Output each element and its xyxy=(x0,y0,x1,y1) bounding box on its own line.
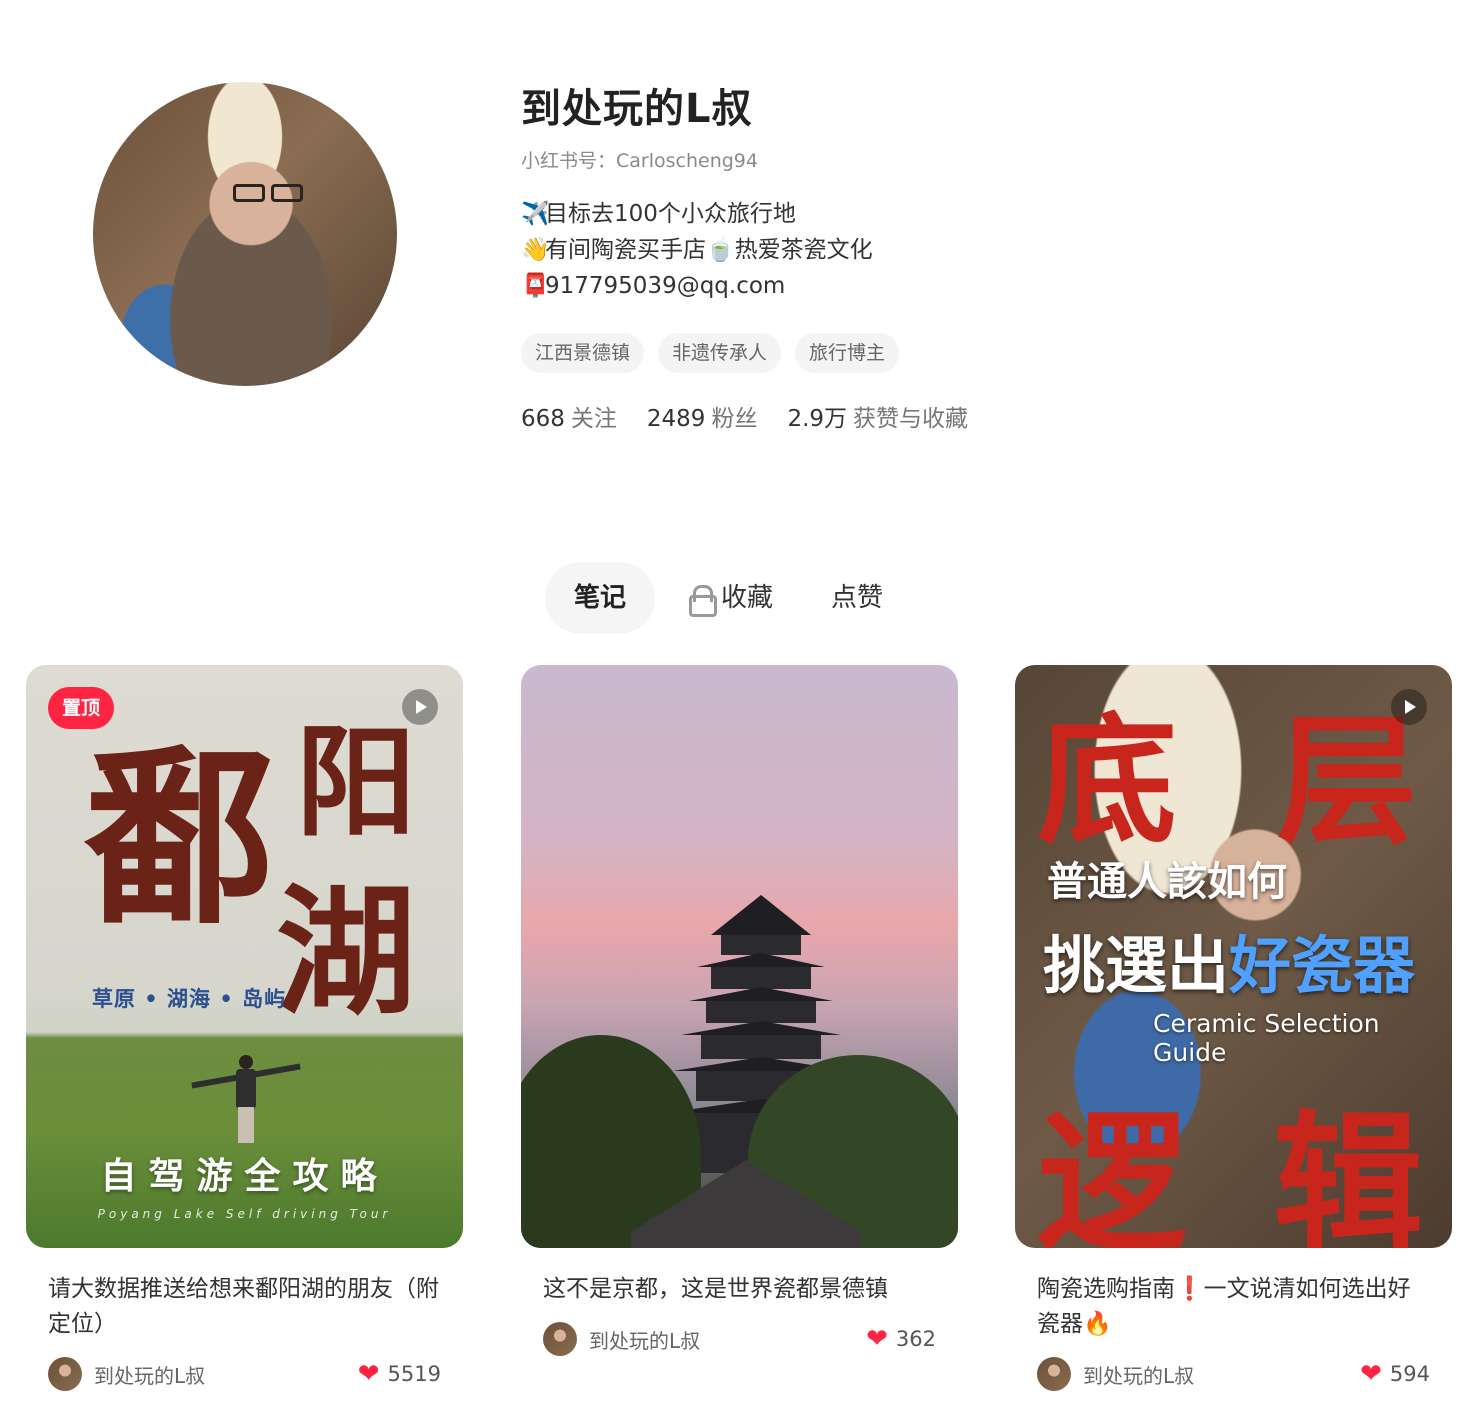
cover-red-text: 底 xyxy=(1037,700,1178,864)
cover-brush-text: 阳 xyxy=(296,712,416,853)
tab-label: 收藏 xyxy=(721,583,774,613)
author-avatar xyxy=(1037,1357,1071,1391)
note-footer: 到处玩的L叔 ❤ 594 xyxy=(1015,1356,1452,1392)
bio-text: 目标去100个小众旅行地 xyxy=(545,201,796,227)
profile-bio: ✈️目标去100个小众旅行地 👋有间陶瓷买手店🍵热爱茶瓷文化 📮91779503… xyxy=(521,196,1421,304)
tab-likes[interactable]: 点赞 xyxy=(802,562,912,634)
note-title[interactable]: 陶瓷选购指南❗一文说清如何选出好瓷器🔥 xyxy=(1015,1272,1452,1342)
heart-icon: ❤ xyxy=(866,1324,888,1354)
author-name: 到处玩的L叔 xyxy=(1083,1363,1195,1388)
like-count: 362 xyxy=(895,1327,936,1351)
cover-subline: 草原 • 湖海 • 岛屿 xyxy=(92,986,287,1011)
like-button[interactable]: ❤ 5519 xyxy=(358,1361,441,1387)
cover-brush-text: 鄱 xyxy=(84,727,275,950)
like-button[interactable]: ❤ 362 xyxy=(866,1326,936,1352)
cover-caption: Poyang Lake Self driving Tour xyxy=(97,1207,392,1221)
stat-value: 668 xyxy=(521,406,565,432)
avatar-glasses-decoration xyxy=(271,184,303,202)
author-avatar xyxy=(543,1322,577,1356)
profile-tag[interactable]: 非遗传承人 xyxy=(658,333,782,373)
stat-likes-collects[interactable]: 2.9万 获赞与收藏 xyxy=(787,404,968,434)
profile-tags: 江西景德镇 非遗传承人 旅行博主 xyxy=(521,333,1421,373)
stat-value: 2.9万 xyxy=(787,406,848,432)
author-name: 到处玩的L叔 xyxy=(589,1328,701,1353)
profile-nickname: 到处玩的L叔 xyxy=(521,86,753,132)
stat-label: 关注 xyxy=(570,406,617,432)
note-cover[interactable] xyxy=(521,665,958,1248)
cover-brush-text: 湖 xyxy=(276,871,417,1035)
airplane-icon: ✈️ xyxy=(521,201,550,227)
heart-icon: ❤ xyxy=(357,1359,380,1389)
author-name: 到处玩的L叔 xyxy=(94,1363,206,1388)
author-avatar xyxy=(48,1357,82,1391)
note-cover[interactable]: 鄱 阳 湖 草原 • 湖海 • 岛屿 自驾游全攻略 Poyang Lake Se… xyxy=(26,665,463,1248)
bio-text: 有间陶瓷买手店🍵热爱茶瓷文化 xyxy=(545,237,873,263)
mailbox-icon: 📮 xyxy=(521,273,550,299)
cover-line-2: 挑選出好瓷器 xyxy=(1043,915,1415,1005)
note-author[interactable]: 到处玩的L叔 xyxy=(1037,1357,1194,1391)
lock-icon xyxy=(689,585,718,617)
note-card[interactable]: 底 层 普通人該如何 挑選出好瓷器 Ceramic Selection Guid… xyxy=(1015,665,1452,1392)
bio-line: 👋有间陶瓷买手店🍵热爱茶瓷文化 xyxy=(521,232,1421,268)
tab-notes[interactable]: 笔记 xyxy=(545,562,656,634)
note-cover[interactable]: 底 层 普通人該如何 挑選出好瓷器 Ceramic Selection Guid… xyxy=(1015,665,1452,1248)
profile-info: 到处玩的L叔 小红书号：Carloscheng94 ✈️目标去100个小众旅行地… xyxy=(521,84,1421,434)
cover-line-2b: 好瓷器 xyxy=(1229,929,1416,1002)
cover-red-text: 逻 xyxy=(1037,1096,1188,1248)
stat-label: 粉丝 xyxy=(711,406,758,432)
bio-text: 917795039@qq.com xyxy=(545,273,786,299)
stat-value: 2489 xyxy=(646,406,706,432)
pinned-badge: 置顶 xyxy=(48,687,115,729)
heart-icon: ❤ xyxy=(1360,1359,1382,1389)
play-icon xyxy=(1391,689,1427,725)
bio-line: ✈️目标去100个小众旅行地 xyxy=(521,196,1421,232)
stat-label: 获赞与收藏 xyxy=(853,406,969,432)
profile-stats: 668 关注 2489 粉丝 2.9万 获赞与收藏 xyxy=(521,404,1421,434)
note-title[interactable]: 请大数据推送给想来鄱阳湖的朋友（附定位） xyxy=(26,1272,463,1342)
note-footer: 到处玩的L叔 ❤ 5519 xyxy=(26,1356,463,1392)
cover-line-2a: 挑選出 xyxy=(1043,929,1230,1002)
note-card[interactable]: 这不是京都，这是世界瓷都景德镇 到处玩的L叔 ❤ 362 xyxy=(521,665,958,1357)
profile-tag[interactable]: 江西景德镇 xyxy=(521,333,645,373)
profile-red-id: 小红书号：Carloscheng94 xyxy=(521,150,758,172)
like-button[interactable]: ❤ 594 xyxy=(1360,1361,1430,1387)
stat-following[interactable]: 668 关注 xyxy=(521,404,617,434)
cover-red-text: 辑 xyxy=(1273,1096,1424,1248)
note-title[interactable]: 这不是京都，这是世界瓷都景德镇 xyxy=(521,1272,958,1307)
cover-person-figure xyxy=(191,1055,301,1145)
bio-line: 📮917795039@qq.com xyxy=(521,268,1421,304)
stat-followers[interactable]: 2489 粉丝 xyxy=(647,404,758,434)
profile-tag[interactable]: 旅行博主 xyxy=(795,333,900,373)
tab-collections[interactable]: 收藏 xyxy=(660,562,802,634)
like-count: 594 xyxy=(1389,1362,1430,1386)
cover-line-3: Ceramic Selection Guide xyxy=(1153,1009,1380,1067)
play-icon xyxy=(402,689,438,725)
note-author[interactable]: 到处玩的L叔 xyxy=(543,1322,700,1356)
note-card[interactable]: 鄱 阳 湖 草原 • 湖海 • 岛屿 自驾游全攻略 Poyang Lake Se… xyxy=(26,665,463,1392)
note-footer: 到处玩的L叔 ❤ 362 xyxy=(521,1321,958,1357)
note-author[interactable]: 到处玩的L叔 xyxy=(48,1357,205,1391)
like-count: 5519 xyxy=(387,1362,441,1386)
wave-icon: 👋 xyxy=(521,237,550,263)
cover-line-1: 普通人該如何 xyxy=(1047,858,1287,905)
avatar-glasses-decoration xyxy=(233,184,265,202)
profile-avatar xyxy=(93,82,397,386)
cover-headline: 自驾游全攻略 xyxy=(100,1155,389,1197)
content-tabs: 笔记 收藏 点赞 xyxy=(545,562,912,634)
